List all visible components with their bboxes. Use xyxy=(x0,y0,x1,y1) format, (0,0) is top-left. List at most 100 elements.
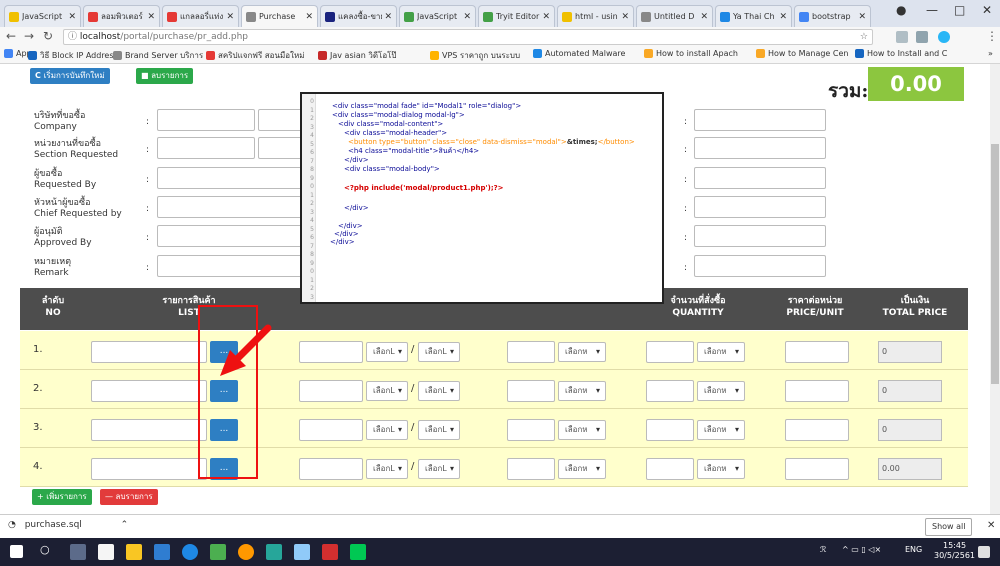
unit-select-b[interactable]: เลือกL xyxy=(418,459,460,479)
unit-select-a[interactable]: เลือกL xyxy=(366,342,408,362)
browser-tab[interactable]: Tryit Editor ✕ xyxy=(478,5,555,27)
remove-item-button[interactable]: — ลบรายการ xyxy=(100,489,158,505)
price-input[interactable] xyxy=(785,419,849,441)
filezilla-icon[interactable] xyxy=(322,544,338,560)
field-input[interactable] xyxy=(694,167,826,189)
app-icon[interactable] xyxy=(266,544,282,560)
item-input[interactable] xyxy=(91,458,207,480)
task-view-icon[interactable] xyxy=(70,544,86,560)
tab-close-icon[interactable]: ✕ xyxy=(779,12,787,22)
tab-close-icon[interactable]: ✕ xyxy=(68,12,76,22)
unit-select-b[interactable]: เลือกL xyxy=(418,342,460,362)
maximize-icon[interactable]: □ xyxy=(954,3,965,17)
tab-close-icon[interactable]: ✕ xyxy=(147,12,155,22)
minimize-icon[interactable]: — xyxy=(926,3,938,17)
tab-close-icon[interactable]: ✕ xyxy=(700,12,708,22)
people-icon[interactable]: ℛ xyxy=(820,545,826,554)
close-window-icon[interactable]: ✕ xyxy=(982,3,992,17)
quantity-input[interactable] xyxy=(646,380,694,402)
quantity-input[interactable] xyxy=(646,458,694,480)
file-explorer-icon[interactable] xyxy=(126,544,142,560)
bookmark-item[interactable]: Brand Server บริการ xyxy=(113,49,203,62)
number-unit-select[interactable]: เลือกห xyxy=(558,342,606,362)
forward-icon[interactable]: → xyxy=(24,29,34,43)
unit-select-a[interactable]: เลือกL xyxy=(366,420,408,440)
field-input[interactable] xyxy=(694,225,826,247)
bookmark-item[interactable]: สคริปแจกฟรี สอนมือใหม่ xyxy=(206,49,305,62)
photoshop-icon[interactable] xyxy=(154,544,170,560)
tab-close-icon[interactable]: ✕ xyxy=(542,12,550,22)
item-input[interactable] xyxy=(91,419,207,441)
line-icon[interactable] xyxy=(350,544,366,560)
field-input[interactable] xyxy=(694,109,826,131)
amount-input[interactable] xyxy=(299,458,363,480)
bookmark-item[interactable]: Jav asian วิดีโอโป๊ xyxy=(318,49,397,62)
store-icon[interactable] xyxy=(98,544,114,560)
url-input[interactable]: ⓘ localhost/portal/purchase/pr_add.php ☆ xyxy=(63,29,873,45)
more-bookmarks-icon[interactable]: » xyxy=(988,49,993,58)
bookmark-item[interactable]: วิธี Block IP Address xyxy=(28,49,118,62)
amount-input[interactable] xyxy=(299,419,363,441)
tab-close-icon[interactable]: ✕ xyxy=(384,12,392,22)
new-record-button[interactable]: C เริ่มการบันทึกใหม่ xyxy=(30,68,110,84)
quantity-input[interactable] xyxy=(646,419,694,441)
browser-tab[interactable]: JavaScript ✕ xyxy=(399,5,476,27)
number-input[interactable] xyxy=(507,458,555,480)
download-ext-icon[interactable] xyxy=(916,31,928,43)
tab-close-icon[interactable]: ✕ xyxy=(858,12,866,22)
clock[interactable]: 15:45 30/5/2561 xyxy=(934,541,975,561)
number-unit-select[interactable]: เลือกห xyxy=(558,459,606,479)
quantity-input[interactable] xyxy=(646,341,694,363)
delete-list-button[interactable]: ■ ลบรายการ xyxy=(136,68,194,84)
show-all-button[interactable]: Show all xyxy=(925,518,973,536)
quantity-unit-select[interactable]: เลือกห xyxy=(697,420,745,440)
add-item-button[interactable]: + เพิ่มรายการ xyxy=(32,489,92,505)
field-input[interactable] xyxy=(157,137,255,159)
bookmark-item[interactable]: How to Install and C xyxy=(855,49,947,58)
item-input[interactable] xyxy=(91,380,207,402)
extension-icon[interactable] xyxy=(896,31,908,43)
input-language[interactable]: ENG xyxy=(905,545,922,554)
price-input[interactable] xyxy=(785,380,849,402)
number-input[interactable] xyxy=(507,341,555,363)
notepad-icon[interactable] xyxy=(294,544,310,560)
search-icon[interactable]: ○ xyxy=(40,543,50,556)
profile-icon[interactable]: ● xyxy=(896,3,906,17)
tab-close-icon[interactable]: ✕ xyxy=(226,12,234,22)
amount-input[interactable] xyxy=(299,380,363,402)
windows-start-icon[interactable] xyxy=(10,545,23,558)
page-scrollbar[interactable] xyxy=(990,64,1000,514)
browser-tab[interactable]: แคลงซื้อ-ขาย ✕ xyxy=(320,5,397,27)
back-icon[interactable]: ← xyxy=(6,29,16,43)
unit-select-b[interactable]: เลือกL xyxy=(418,420,460,440)
browser-tab[interactable]: ลอมพิวเตอร์ ✕ xyxy=(83,5,160,27)
tray-icons[interactable]: ^ ▭ ▯ ◁× xyxy=(842,545,881,554)
close-download-bar-icon[interactable]: ✕ xyxy=(987,520,995,531)
item-input[interactable] xyxy=(91,341,207,363)
number-input[interactable] xyxy=(507,419,555,441)
tab-close-icon[interactable]: ✕ xyxy=(621,12,629,22)
star-icon[interactable]: ☆ xyxy=(860,30,868,44)
browser-tab[interactable]: Untitled D ✕ xyxy=(636,5,713,27)
bookmark-item[interactable]: How to install Apach xyxy=(644,49,738,58)
browser-tab[interactable]: Purchase ✕ xyxy=(241,5,318,27)
scrollbar-thumb[interactable] xyxy=(991,144,999,384)
browser-tab[interactable]: html - usin ✕ xyxy=(557,5,634,27)
tab-close-icon[interactable]: ✕ xyxy=(463,12,471,22)
browser-tab[interactable]: แกลลอรี่แท่ง ✕ xyxy=(162,5,239,27)
bookmark-item[interactable]: VPS ราคาถูก บนระบบ xyxy=(430,49,520,62)
tab-close-icon[interactable]: ✕ xyxy=(305,12,313,22)
number-unit-select[interactable]: เลือกห xyxy=(558,420,606,440)
amount-input[interactable] xyxy=(299,341,363,363)
dreamweaver-icon[interactable] xyxy=(210,544,226,560)
field-input[interactable] xyxy=(157,109,255,131)
browser-tab[interactable]: Ya Thai Ch ✕ xyxy=(715,5,792,27)
number-unit-select[interactable]: เลือกห xyxy=(558,381,606,401)
quantity-unit-select[interactable]: เลือกห xyxy=(697,342,745,362)
unit-select-b[interactable]: เลือกL xyxy=(418,381,460,401)
number-input[interactable] xyxy=(507,380,555,402)
price-input[interactable] xyxy=(785,458,849,480)
unit-select-a[interactable]: เลือกL xyxy=(366,381,408,401)
edge-icon[interactable] xyxy=(182,544,198,560)
field-input[interactable] xyxy=(694,255,826,277)
